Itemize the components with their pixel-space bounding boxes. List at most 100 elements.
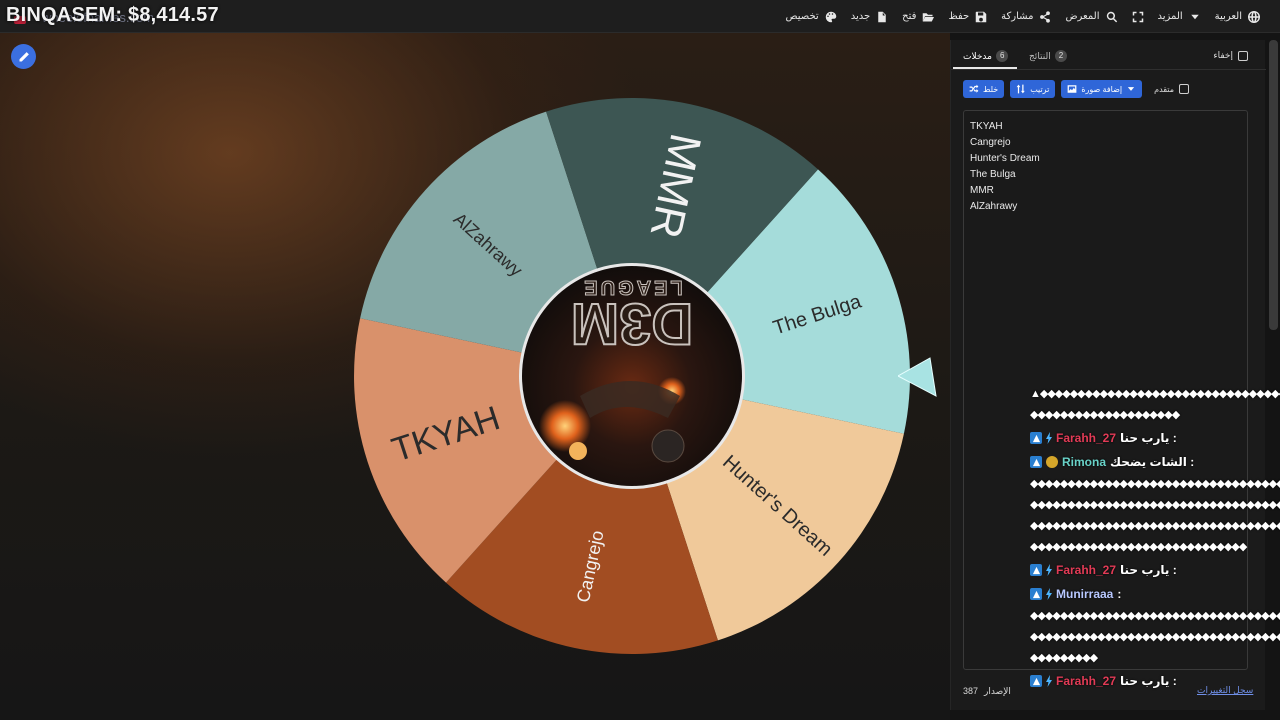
page-scrollbar[interactable] — [1269, 40, 1278, 330]
folder-open-icon — [923, 12, 935, 21]
spin-wheel[interactable]: The Bulga Hunter's Dream Cangrejo TKYAH AlZa… — [350, 96, 914, 660]
tab-results-label: النتائج — [1029, 50, 1051, 61]
chat-text: : يارب حنا — [1120, 563, 1177, 577]
add-image-label: إضافة صورة — [1081, 84, 1123, 94]
advanced-label: متقدم — [1154, 84, 1175, 94]
hub-logo-title: D3M — [571, 291, 693, 356]
sort-button[interactable]: ترتيب — [1010, 80, 1056, 98]
shuffle-button[interactable]: خلط — [963, 80, 1005, 98]
chat-username: Farahh_27 — [1056, 674, 1117, 688]
bits-badge-icon — [1030, 432, 1042, 444]
hide-panel-toggle[interactable]: إخفاء — [1213, 50, 1248, 61]
fullscreen-icon — [1132, 11, 1143, 22]
bits-badge-icon — [1030, 564, 1042, 576]
active-tab-indicator — [953, 67, 1017, 69]
sort-label: ترتيب — [1030, 84, 1050, 94]
chat-spam-line: ◆◆◆◆◆◆◆◆◆◆◆◆◆◆◆◆◆◆◆◆◆◆◆◆◆◆◆◆◆◆◆◆◆◆◆◆ — [1030, 631, 1280, 643]
hide-label: إخفاء — [1213, 50, 1233, 60]
panel-tabs: إخفاء 2 النتائج 6 مدخلات — [951, 40, 1266, 70]
advanced-checkbox[interactable] — [1179, 84, 1190, 94]
chat-text: : يارب حنا — [1120, 431, 1177, 445]
menu-new-label: جديد — [850, 11, 871, 22]
chevron-down-icon — [1127, 87, 1135, 91]
menu-new[interactable]: جديد — [851, 11, 888, 23]
menu-fullscreen[interactable] — [1132, 11, 1144, 23]
chat-username: Farahh_27 — [1056, 431, 1117, 445]
chat-text: : — [1117, 587, 1122, 601]
entry-line: TKYAH — [970, 121, 1003, 132]
menu-open-label: فتح — [902, 11, 917, 22]
tab-results[interactable]: 2 النتائج — [1029, 50, 1068, 62]
chat-spam-line: ◆◆◆◆◆◆◆◆◆◆◆◆◆◆◆◆◆◆◆◆◆◆◆◆◆◆◆◆◆ — [1030, 541, 1247, 553]
menu-gallery[interactable]: المعرض — [1065, 11, 1117, 23]
menu-customize[interactable]: تخصيص — [786, 11, 837, 23]
chat-text: : الشات يضحك — [1110, 455, 1195, 469]
wheel-pointer-icon — [898, 357, 937, 397]
menu-gallery-label: المعرض — [1065, 11, 1100, 22]
search-icon — [1106, 11, 1117, 22]
bits-badge-icon — [1030, 588, 1042, 600]
menu-customize-label: تخصيص — [785, 11, 819, 22]
palette-icon — [825, 11, 836, 22]
chat-spam-line: ◆◆◆◆◆◆◆◆◆◆◆◆◆◆◆◆◆◆◆◆◆◆◆◆◆◆◆◆◆◆◆◆◆◆◆◆ — [1030, 499, 1280, 511]
results-count-badge: 2 — [1054, 50, 1068, 62]
version-number: 387 — [963, 686, 979, 696]
menu-share[interactable]: مشاركة — [1001, 10, 1051, 23]
menu-language[interactable]: العربية — [1214, 10, 1260, 23]
entry-line: MMR — [970, 185, 994, 196]
bolt-badge-icon — [1046, 432, 1052, 444]
chat-message: Farahh_27 : يارب حنا — [1030, 669, 1280, 693]
chat-spam-line: ◆◆◆◆◆◆◆◆◆◆◆◆◆◆◆◆◆◆◆◆ — [1030, 409, 1180, 421]
stream-chat-overlay: ▲◆◆◆◆◆◆◆◆◆◆◆◆◆◆◆◆◆◆◆◆◆◆◆◆◆◆◆◆◆◆◆◆◆◆◆ ◆◆◆… — [1030, 384, 1280, 720]
tab-entries[interactable]: 6 مدخلات — [963, 50, 1009, 62]
stream-donation-overlay: BINQASEM: $8,414.57 — [6, 4, 219, 26]
shuffle-label: خلط — [983, 84, 999, 94]
chat-spam-line: ◆◆◆◆◆◆◆◆◆◆◆◆◆◆◆◆◆◆◆◆◆◆◆◆◆◆◆◆◆◆◆◆◆◆◆◆ — [1030, 520, 1280, 532]
entries-count-badge: 6 — [995, 50, 1009, 62]
entries-toolbar: خلط ترتيب إضافة صورة متقدم — [963, 80, 1190, 98]
shuffle-icon — [969, 84, 979, 93]
tab-entries-label: مدخلات — [963, 50, 992, 61]
hide-checkbox[interactable] — [1238, 50, 1248, 61]
top-nav-bar: wheelofnames.com BINQASEM: $8,414.57 الع… — [0, 0, 1280, 33]
tabs-divider — [951, 69, 1266, 70]
sub-badge-icon — [1046, 456, 1058, 468]
menu-share-label: مشاركة — [1001, 11, 1034, 22]
chat-message: Munirraaa : — [1030, 582, 1280, 606]
chat-message: Farahh_27 : يارب حنا — [1030, 426, 1280, 450]
chat-username: Rimona — [1062, 455, 1107, 469]
entry-line: AlZahrawy — [970, 201, 1018, 212]
advanced-toggle[interactable]: متقدم — [1154, 84, 1190, 94]
file-icon — [878, 11, 886, 22]
menu-open[interactable]: فتح — [902, 11, 935, 23]
chat-username: Farahh_27 — [1056, 563, 1117, 577]
chat-message: Farahh_27 : يارب حنا — [1030, 558, 1280, 582]
chat-spam-line: ◆◆◆◆◆◆◆◆◆◆◆◆◆◆◆◆◆◆◆◆◆◆◆◆◆◆◆◆◆◆◆◆◆◆◆◆ — [1030, 478, 1280, 490]
share-icon — [1040, 10, 1051, 23]
hub-logo-subtitle: LEAGUE — [581, 276, 682, 298]
wheel-hub[interactable]: D3M LEAGUE — [519, 263, 745, 489]
add-image-button[interactable]: إضافة صورة — [1061, 80, 1143, 98]
entry-line: Cangrejo — [970, 137, 1011, 148]
globe-icon — [1248, 10, 1260, 23]
edit-wheel-button[interactable] — [11, 44, 36, 69]
wheel-graphic[interactable]: The BulgaHunter's DreamCangrejoTKYAHAlZa… — [350, 96, 914, 660]
entry-line: Hunter's Dream — [970, 153, 1040, 164]
chat-spam-line: ◆◆◆◆◆◆◆◆◆◆◆◆◆◆◆◆◆◆◆◆◆◆◆◆◆◆◆◆◆◆◆◆◆◆◆◆ — [1030, 610, 1280, 622]
top-menu: العربية المزيد المعرض مشاركة حفظ فتح جدي… — [786, 0, 1260, 33]
menu-save[interactable]: حفظ — [948, 11, 987, 23]
chat-spam-line: ◆◆◆◆◆◆◆◆◆ — [1030, 652, 1098, 664]
menu-language-label: العربية — [1214, 11, 1242, 22]
chat-message: Rimona : الشات يضحك — [1030, 450, 1280, 474]
chat-spam-line: ▲◆◆◆◆◆◆◆◆◆◆◆◆◆◆◆◆◆◆◆◆◆◆◆◆◆◆◆◆◆◆◆◆◆◆◆ — [1030, 388, 1280, 400]
menu-save-label: حفظ — [948, 11, 970, 22]
image-icon — [1067, 85, 1077, 93]
menu-more-label: المزيد — [1157, 11, 1183, 22]
entry-line: The Bulga — [970, 169, 1016, 180]
pencil-icon — [19, 51, 29, 61]
menu-more[interactable]: المزيد — [1158, 11, 1201, 23]
bits-badge-icon — [1030, 456, 1042, 468]
version-label: الإصدار — [984, 686, 1011, 696]
chat-text: : يارب حنا — [1120, 674, 1177, 688]
bolt-badge-icon — [1046, 675, 1052, 687]
